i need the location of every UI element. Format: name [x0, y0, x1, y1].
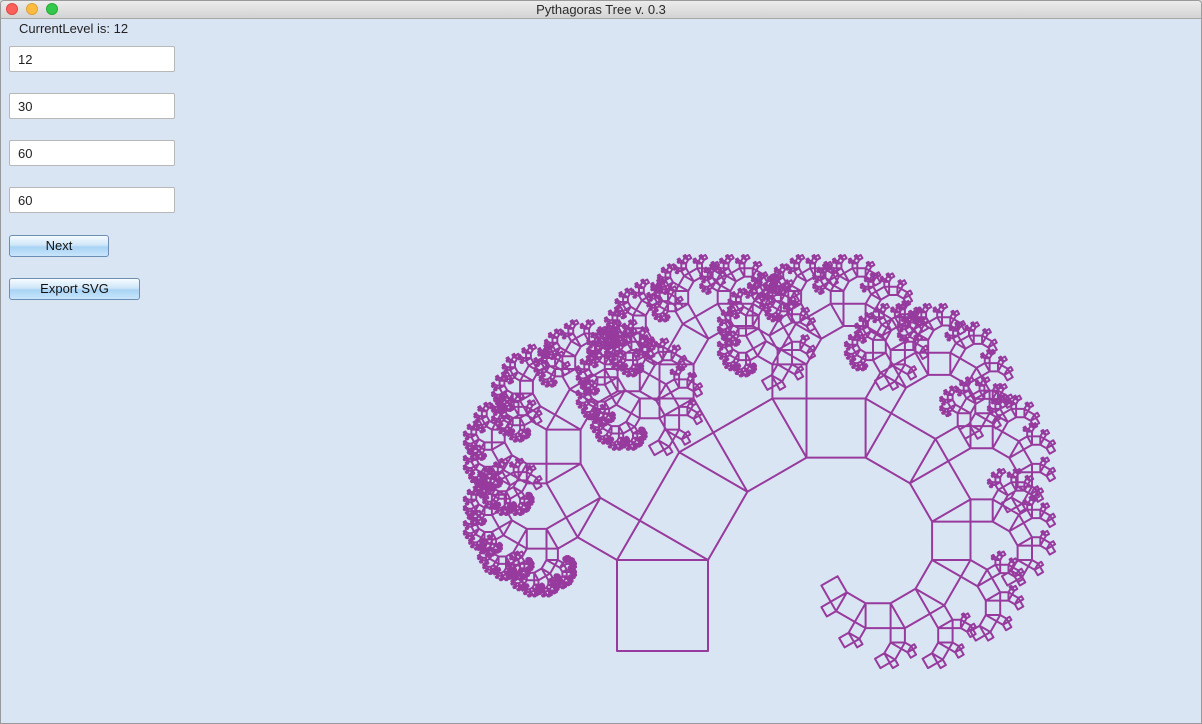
- title-bar[interactable]: Pythagoras Tree v. 0.3: [1, 1, 1201, 19]
- tree-shapes: [462, 254, 1057, 670]
- app-window: Pythagoras Tree v. 0.3 CurrentLevel is: …: [0, 0, 1202, 724]
- tree-squares: [462, 254, 1057, 670]
- pythagoras-tree-canvas: [462, 254, 1057, 670]
- window-title: Pythagoras Tree v. 0.3: [536, 2, 666, 17]
